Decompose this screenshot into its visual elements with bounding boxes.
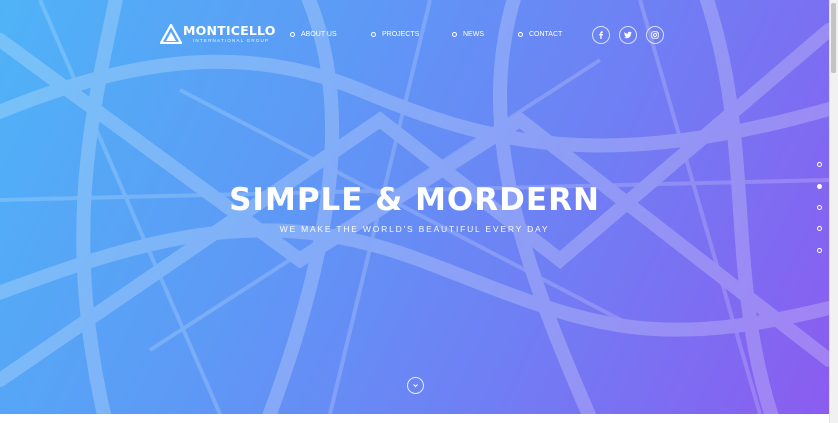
- logo-text: MONTICELLO INTERNATIONAL GROUP: [183, 24, 276, 44]
- nav-label: NEWS: [463, 31, 484, 38]
- slide-dot-4[interactable]: [817, 226, 822, 231]
- scrollbar-thumb[interactable]: [831, 3, 836, 73]
- twitter-icon: [624, 31, 632, 39]
- facebook-icon: [599, 31, 603, 39]
- hero-title: SIMPLE & MORDERN: [229, 182, 600, 218]
- nav-label: PROJECTS: [382, 31, 420, 38]
- instagram-icon: [651, 31, 659, 39]
- page-content-start: [0, 414, 829, 423]
- chevron-down-icon: [413, 384, 418, 388]
- nav-label: CONTACT: [529, 31, 563, 38]
- brand-logo[interactable]: MONTICELLO INTERNATIONAL GROUP: [160, 24, 276, 44]
- slide-dot-2-active[interactable]: [817, 184, 822, 189]
- nav-bullet-icon: [452, 32, 457, 37]
- twitter-button[interactable]: [619, 26, 637, 44]
- nav-bullet-icon: [290, 32, 295, 37]
- slide-dot-3[interactable]: [817, 205, 822, 210]
- nav-bullet-icon: [518, 32, 523, 37]
- nav-item-about-us[interactable]: ABOUT US: [290, 31, 337, 38]
- nav-item-contact[interactable]: CONTACT: [518, 31, 562, 38]
- hero-subtitle: WE MAKE THE WORLD'S BEAUTIFUL EVERY DAY: [279, 224, 550, 234]
- slide-dot-5[interactable]: [817, 248, 822, 253]
- nav-bullet-icon: [371, 32, 376, 37]
- brand-name: MONTICELLO: [183, 23, 276, 38]
- facebook-button[interactable]: [592, 26, 610, 44]
- nav-item-projects[interactable]: PROJECTS: [371, 31, 419, 38]
- nav-label: ABOUT US: [301, 31, 337, 38]
- nav-item-news[interactable]: NEWS: [452, 31, 484, 38]
- instagram-button[interactable]: [646, 26, 664, 44]
- slide-dot-1[interactable]: [817, 162, 822, 167]
- logo-triangle-icon: [160, 24, 182, 44]
- brand-tagline: INTERNATIONAL GROUP: [193, 38, 270, 43]
- scroll-down-button[interactable]: [407, 377, 424, 394]
- hero-section: MONTICELLO INTERNATIONAL GROUP ABOUT US …: [0, 0, 829, 414]
